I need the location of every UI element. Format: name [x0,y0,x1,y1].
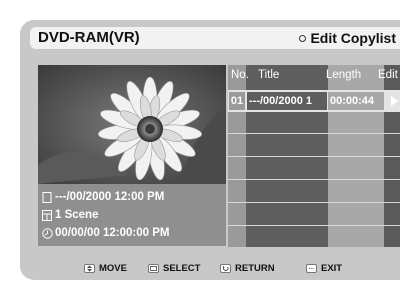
row-divider [228,133,400,134]
duration-row: 00/00/00 12:00:00 PM [42,224,222,242]
menu-key-icon [306,264,317,273]
scene-count: 1 Scene [55,209,99,221]
header-length: Length [326,69,362,81]
duration-value: 00/00/00 12:00:00 PM [55,227,170,239]
header-bar: DVD-RAM(VR) Edit Copylist [30,27,400,49]
title-info-panel: ---/00/2000 12:00 PM 1 Scene 00/00/00 12… [38,184,226,246]
circle-icon [299,34,307,42]
header-edit: Edit [378,69,398,81]
disc-type-title: DVD-RAM(VR) [38,29,140,46]
scene-icon [42,210,52,221]
return-button[interactable]: RETURN [220,263,275,274]
header-title: Title [258,69,280,81]
return-icon [220,264,231,273]
flower-thumbnail-image [38,65,226,184]
row-length: 00:00:44 [328,92,384,110]
row-title: ---/00/2000 1 [247,92,327,110]
title-thumbnail [38,65,226,184]
move-button[interactable]: MOVE [84,263,127,274]
recorded-date: ---/00/2000 12:00 PM [55,191,165,203]
return-label: RETURN [235,263,275,274]
row-divider [228,225,400,226]
mode-label: Edit Copylist [310,30,396,46]
clock-icon [42,228,53,239]
footer-bar: MOVE SELECT RETURN EXIT [38,260,400,280]
document-icon [42,192,52,203]
move-label: MOVE [99,263,127,274]
scene-row: 1 Scene [42,206,222,224]
row-divider [228,202,400,203]
enter-key-icon [148,264,159,273]
date-row: ---/00/2000 12:00 PM [42,188,222,206]
row-no: 01 [229,92,245,110]
select-button[interactable]: SELECT [148,263,200,274]
up-down-arrow-icon [84,264,95,273]
play-arrow-icon[interactable] [391,96,398,106]
exit-button[interactable]: EXIT [306,263,342,274]
row-divider [228,156,400,157]
mode-indicator: Edit Copylist [299,30,396,46]
exit-label: EXIT [321,263,343,274]
row-divider [228,179,400,180]
table-row[interactable]: 01 ---/00/2000 1 00:00:44 [228,90,400,112]
select-label: SELECT [163,263,201,274]
header-no: No. [231,69,249,81]
table-header: No. Title Length Edit [228,69,400,85]
